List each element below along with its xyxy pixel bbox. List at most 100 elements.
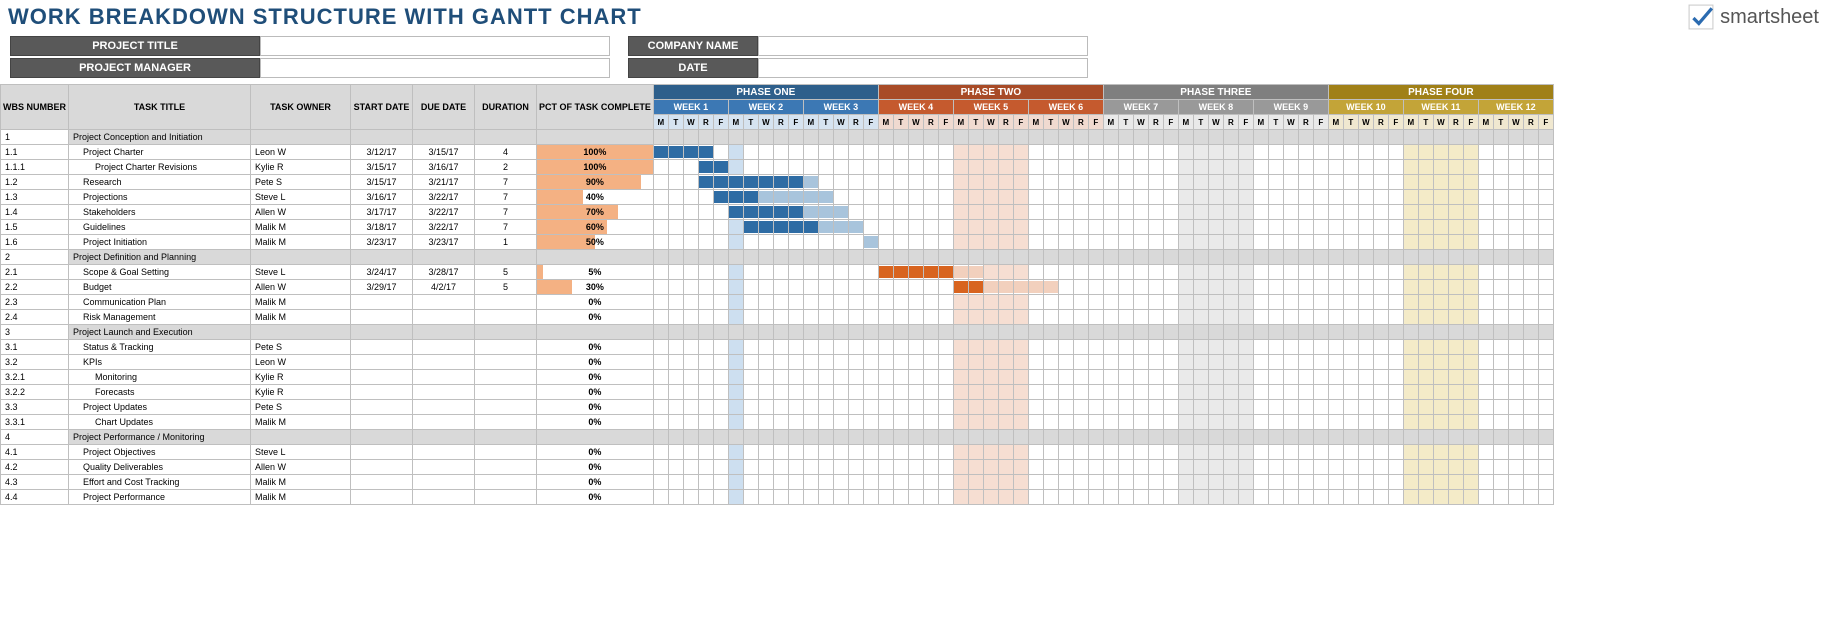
gantt-cell[interactable] [1268, 460, 1283, 475]
cell-owner[interactable]: Pete S [251, 175, 351, 190]
gantt-cell[interactable] [848, 265, 863, 280]
gantt-cell[interactable] [1463, 475, 1478, 490]
cell-title[interactable]: Project Performance [69, 490, 251, 505]
gantt-cell[interactable] [863, 490, 878, 505]
cell-due[interactable]: 3/28/17 [413, 265, 475, 280]
gantt-cell[interactable] [938, 130, 953, 145]
cell-wbs[interactable]: 3.1 [1, 340, 69, 355]
gantt-cell[interactable] [1043, 175, 1058, 190]
gantt-cell[interactable] [1178, 460, 1193, 475]
cell-wbs[interactable]: 1.1 [1, 145, 69, 160]
gantt-cell[interactable] [683, 355, 698, 370]
gantt-cell[interactable] [1433, 220, 1448, 235]
gantt-cell[interactable] [1418, 220, 1433, 235]
gantt-cell[interactable] [923, 340, 938, 355]
gantt-cell[interactable] [1283, 265, 1298, 280]
gantt-cell[interactable] [1193, 340, 1208, 355]
gantt-cell[interactable] [848, 205, 863, 220]
gantt-cell[interactable] [773, 430, 788, 445]
gantt-cell[interactable] [998, 475, 1013, 490]
gantt-cell[interactable] [803, 355, 818, 370]
gantt-cell[interactable] [728, 430, 743, 445]
gantt-cell[interactable] [1493, 490, 1508, 505]
gantt-cell[interactable] [653, 295, 668, 310]
cell-wbs[interactable]: 3.2.1 [1, 370, 69, 385]
gantt-cell[interactable] [878, 295, 893, 310]
gantt-cell[interactable] [1148, 295, 1163, 310]
gantt-cell[interactable] [818, 145, 833, 160]
gantt-cell[interactable] [1268, 325, 1283, 340]
cell-title[interactable]: Forecasts [69, 385, 251, 400]
cell-start[interactable] [351, 295, 413, 310]
gantt-cell[interactable] [968, 415, 983, 430]
cell-wbs[interactable]: 1.6 [1, 235, 69, 250]
gantt-cell[interactable] [878, 250, 893, 265]
gantt-cell[interactable] [1418, 445, 1433, 460]
gantt-cell[interactable] [1358, 175, 1373, 190]
gantt-cell[interactable] [698, 145, 713, 160]
cell-title[interactable]: Monitoring [69, 370, 251, 385]
gantt-cell[interactable] [968, 445, 983, 460]
gantt-cell[interactable] [1133, 175, 1148, 190]
gantt-cell[interactable] [1463, 250, 1478, 265]
cell-wbs[interactable]: 1.1.1 [1, 160, 69, 175]
gantt-cell[interactable] [1043, 460, 1058, 475]
gantt-cell[interactable] [1178, 370, 1193, 385]
gantt-cell[interactable] [1328, 400, 1343, 415]
gantt-cell[interactable] [1103, 265, 1118, 280]
gantt-cell[interactable] [803, 415, 818, 430]
gantt-cell[interactable] [1073, 265, 1088, 280]
gantt-cell[interactable] [1283, 295, 1298, 310]
gantt-cell[interactable] [878, 310, 893, 325]
gantt-cell[interactable] [833, 190, 848, 205]
cell-due[interactable] [413, 445, 475, 460]
gantt-cell[interactable] [1493, 355, 1508, 370]
gantt-cell[interactable] [878, 400, 893, 415]
cell-pct[interactable]: 0% [537, 490, 654, 505]
gantt-cell[interactable] [1238, 475, 1253, 490]
cell-start[interactable] [351, 460, 413, 475]
gantt-cell[interactable] [1268, 445, 1283, 460]
gantt-cell[interactable] [818, 250, 833, 265]
gantt-cell[interactable] [1298, 295, 1313, 310]
gantt-cell[interactable] [1448, 145, 1463, 160]
gantt-cell[interactable] [1208, 490, 1223, 505]
gantt-cell[interactable] [878, 145, 893, 160]
cell-wbs[interactable]: 2.4 [1, 310, 69, 325]
gantt-cell[interactable] [1043, 295, 1058, 310]
gantt-cell[interactable] [1373, 385, 1388, 400]
gantt-cell[interactable] [863, 370, 878, 385]
gantt-cell[interactable] [1073, 430, 1088, 445]
cell-due[interactable]: 4/2/17 [413, 280, 475, 295]
gantt-cell[interactable] [698, 385, 713, 400]
gantt-cell[interactable] [758, 385, 773, 400]
gantt-cell[interactable] [1253, 430, 1268, 445]
gantt-cell[interactable] [668, 265, 683, 280]
cell-owner[interactable] [251, 430, 351, 445]
gantt-cell[interactable] [1328, 370, 1343, 385]
gantt-cell[interactable] [1013, 325, 1028, 340]
gantt-cell[interactable] [1298, 340, 1313, 355]
gantt-cell[interactable] [1523, 295, 1538, 310]
gantt-cell[interactable] [758, 160, 773, 175]
cell-wbs[interactable]: 3.2 [1, 355, 69, 370]
gantt-cell[interactable] [668, 130, 683, 145]
gantt-cell[interactable] [923, 370, 938, 385]
gantt-cell[interactable] [1403, 310, 1418, 325]
gantt-cell[interactable] [1478, 460, 1493, 475]
gantt-cell[interactable] [1328, 460, 1343, 475]
gantt-cell[interactable] [818, 205, 833, 220]
cell-wbs[interactable]: 3.3 [1, 400, 69, 415]
gantt-cell[interactable] [1193, 325, 1208, 340]
gantt-cell[interactable] [1013, 445, 1028, 460]
gantt-cell[interactable] [923, 280, 938, 295]
gantt-cell[interactable] [1343, 175, 1358, 190]
gantt-cell[interactable] [818, 295, 833, 310]
gantt-cell[interactable] [803, 235, 818, 250]
cell-dur[interactable] [475, 295, 537, 310]
gantt-cell[interactable] [713, 340, 728, 355]
gantt-cell[interactable] [938, 385, 953, 400]
gantt-cell[interactable] [653, 145, 668, 160]
cell-start[interactable]: 3/17/17 [351, 205, 413, 220]
gantt-cell[interactable] [698, 190, 713, 205]
